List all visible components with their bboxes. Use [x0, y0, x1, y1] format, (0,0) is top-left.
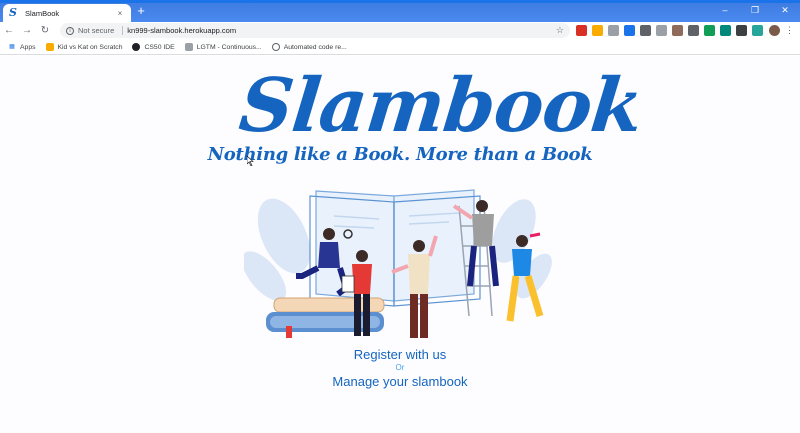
- mouse-cursor-icon: [247, 156, 254, 166]
- reload-icon[interactable]: ↻: [36, 23, 54, 39]
- menu-dots-icon[interactable]: ⋮: [785, 25, 794, 36]
- tab-title: SlamBook: [25, 8, 60, 18]
- bookmark-label: Apps: [20, 43, 36, 51]
- slambook-logo: Slambook: [235, 63, 647, 149]
- forward-arrow-icon[interactable]: →: [18, 23, 36, 39]
- or-separator: Or: [395, 363, 405, 372]
- extension-dark-icon[interactable]: [640, 25, 651, 36]
- browser-toolbar: ← → ↻ i Not secure kn999-slambook.heroku…: [0, 22, 800, 40]
- browser-window: S SlamBook × + – ❐ ✕ ← → ↻ i Not secure …: [0, 0, 800, 433]
- bookmark-lgtm[interactable]: LGTM - Continuous...: [184, 43, 262, 51]
- bookmark-cs50[interactable]: CS50 IDE: [132, 43, 175, 51]
- address-separator: [122, 26, 124, 35]
- action-links: Register with us Or Manage your slambook: [0, 347, 800, 390]
- page-content: Slambook Nothing like a Book. More than …: [0, 56, 800, 433]
- extension-cloud-icon[interactable]: [656, 25, 667, 36]
- tab-strip-accent: [0, 0, 800, 3]
- extension-person-icon[interactable]: [688, 25, 699, 36]
- register-link[interactable]: Register with us: [0, 347, 800, 363]
- bookmark-label: Kid vs Kat on Scratch: [57, 43, 123, 51]
- apps-grid-icon: ▦: [9, 44, 15, 50]
- bookmark-star-icon[interactable]: ☆: [556, 25, 564, 36]
- extension-black-icon[interactable]: [736, 25, 747, 36]
- bookmark-automated-code[interactable]: Automated code re...: [271, 43, 347, 51]
- tab-strip: S SlamBook × + – ❐ ✕: [0, 0, 800, 22]
- lgtm-icon: [184, 43, 193, 51]
- security-label: Not secure: [78, 26, 115, 35]
- hero-illustration: [244, 189, 552, 338]
- close-window-button[interactable]: ✕: [770, 2, 800, 18]
- info-icon[interactable]: i: [66, 26, 74, 35]
- extension-brown-icon[interactable]: [672, 25, 683, 36]
- tagline: Nothing like a Book. More than a Book: [207, 144, 593, 165]
- extension-teal-icon[interactable]: [720, 25, 731, 36]
- tab-close-icon[interactable]: ×: [115, 9, 125, 18]
- extension-blue-icon[interactable]: [624, 25, 635, 36]
- new-tab-button[interactable]: +: [135, 4, 147, 17]
- tab-slambook[interactable]: S SlamBook ×: [3, 4, 131, 22]
- bookmark-apps[interactable]: ▦ Apps: [8, 43, 36, 51]
- manage-slambook-link[interactable]: Manage your slambook: [0, 373, 800, 390]
- minimize-button[interactable]: –: [710, 2, 740, 18]
- extension-red-icon[interactable]: [576, 25, 587, 36]
- bookmark-label: Automated code re...: [283, 43, 347, 51]
- cs50-icon: [132, 43, 141, 51]
- maximize-button[interactable]: ❐: [740, 2, 770, 18]
- bookmark-label: CS50 IDE: [144, 43, 175, 51]
- back-arrow-icon[interactable]: ←: [0, 23, 18, 39]
- bookmarks-bar: ▦ Apps Kid vs Kat on Scratch CS50 IDE LG…: [0, 40, 800, 55]
- slambook-favicon-icon: S: [9, 6, 17, 19]
- extension-yellow-icon[interactable]: [592, 25, 603, 36]
- bookmark-kid-vs-kat[interactable]: Kid vs Kat on Scratch: [45, 43, 123, 51]
- extension-green-icon[interactable]: [704, 25, 715, 36]
- code-review-icon: [271, 43, 280, 51]
- extension-grey-icon[interactable]: [608, 25, 619, 36]
- scratch-icon: [45, 43, 54, 51]
- extension-cast-icon[interactable]: [752, 25, 763, 36]
- profile-avatar[interactable]: [769, 25, 780, 36]
- extensions-area: [576, 25, 763, 36]
- address-bar[interactable]: i Not secure kn999-slambook.herokuapp.co…: [60, 23, 570, 38]
- url-text[interactable]: kn999-slambook.herokuapp.com: [127, 26, 556, 35]
- bookmark-label: LGTM - Continuous...: [196, 43, 262, 51]
- window-controls: – ❐ ✕: [710, 2, 800, 18]
